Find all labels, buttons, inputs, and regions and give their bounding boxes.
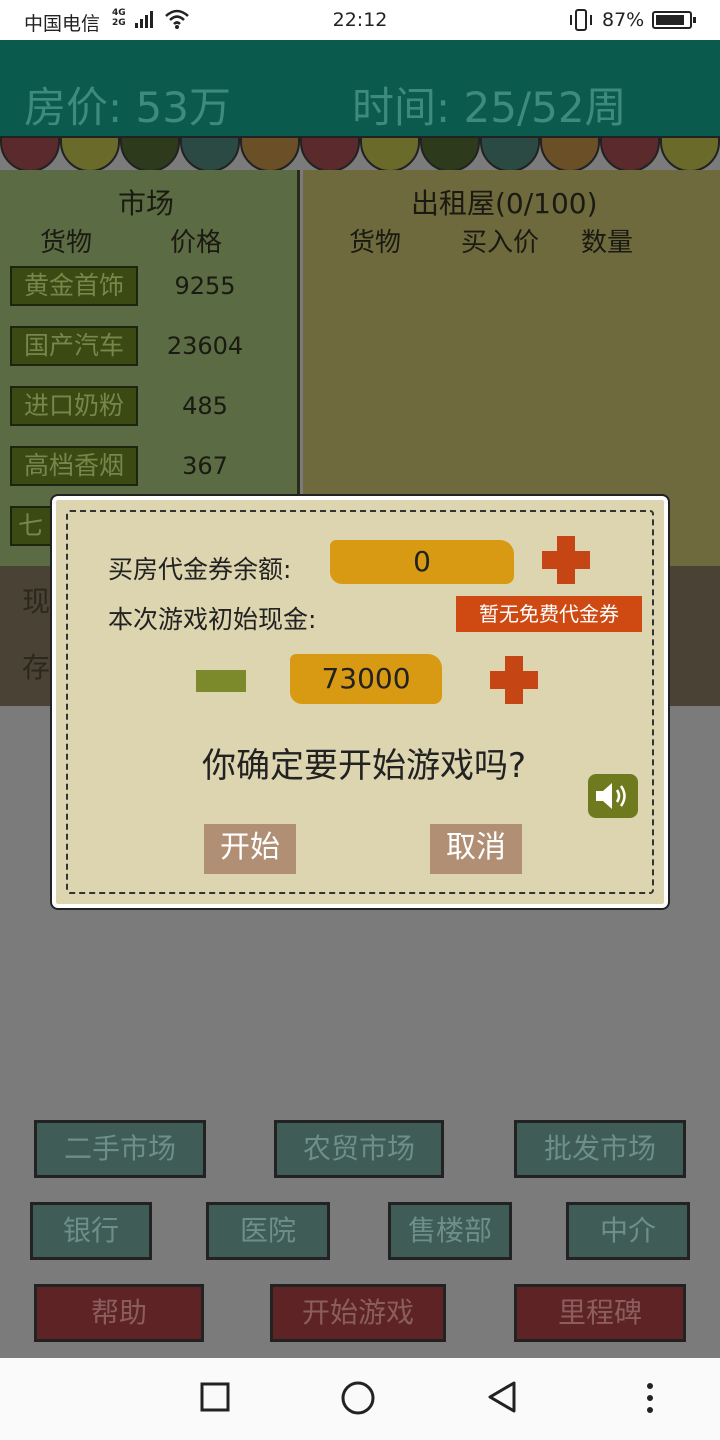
start-game-dialog: 买房代金券余额: 0 本次游戏初始现金: 暂无免费代金券 73000 你确定要开… — [52, 496, 668, 908]
sales-office-button[interactable]: 售楼部 — [388, 1202, 512, 1260]
circle-icon[interactable] — [340, 1380, 376, 1416]
battery-fill — [656, 15, 684, 25]
no-voucher-tag: 暂无免费代金券 — [456, 596, 642, 632]
agency-button[interactable]: 中介 — [566, 1202, 690, 1260]
voucher-plus-button[interactable] — [542, 536, 590, 584]
hospital-button[interactable]: 医院 — [206, 1202, 330, 1260]
goods-price: 367 — [182, 452, 228, 480]
battery-icon — [652, 11, 696, 29]
initial-cash-label: 本次游戏初始现金: — [108, 605, 317, 634]
goods-price: 23604 — [166, 332, 244, 360]
wholesale-market-button[interactable]: 批发市场 — [514, 1120, 686, 1178]
goods-button-gold[interactable]: 黄金首饰 — [10, 266, 138, 306]
help-button[interactable]: 帮助 — [34, 1284, 204, 1342]
goods-price: 485 — [182, 392, 228, 420]
bank-button[interactable]: 银行 — [30, 1202, 152, 1260]
dots-icon[interactable] — [644, 1382, 656, 1414]
system-nav-bar — [0, 1358, 720, 1440]
confirm-question: 你确定要开始游戏吗? — [201, 746, 527, 786]
cash-minus-button[interactable] — [196, 670, 246, 692]
rental-col-goods: 货物 — [349, 228, 402, 258]
triangle-back-icon[interactable] — [486, 1380, 518, 1414]
square-icon[interactable] — [200, 1382, 230, 1412]
voucher-balance-label: 买房代金券余额: — [108, 555, 292, 584]
second-hand-market-button[interactable]: 二手市场 — [34, 1120, 206, 1178]
speaker-icon — [596, 783, 626, 809]
awning-decoration — [0, 136, 720, 172]
goods-price: 9255 — [174, 272, 236, 300]
rental-col-buy-price: 买入价 — [461, 228, 540, 258]
cash-label: 现 — [22, 585, 51, 618]
sound-toggle-button[interactable] — [588, 774, 638, 818]
deposit-label: 存 — [22, 651, 51, 684]
market-title: 市场 — [118, 187, 175, 220]
market-col-price: 价格 — [170, 228, 223, 258]
cash-plus-button[interactable] — [490, 656, 538, 704]
header-bar: 房价: 53万 时间: 25/52周 — [0, 40, 720, 140]
dialog-start-button[interactable]: 开始 — [204, 824, 296, 874]
initial-cash-value: 73000 — [290, 654, 442, 704]
voucher-balance-value: 0 — [330, 540, 514, 584]
rental-title: 出租屋(0/100) — [411, 187, 598, 220]
goods-button-cigarette[interactable]: 高档香烟 — [10, 446, 138, 486]
vibrate-icon — [570, 9, 592, 31]
market-col-goods: 货物 — [40, 228, 93, 258]
house-price: 房价: 53万 — [24, 83, 231, 132]
status-bar: 中国电信 4G 2G 22:12 87% — [0, 0, 720, 40]
rental-col-qty: 数量 — [581, 228, 634, 258]
dialog-cancel-button[interactable]: 取消 — [430, 824, 522, 874]
battery-percent: 87% — [602, 9, 645, 31]
week-counter: 时间: 25/52周 — [352, 83, 627, 132]
goods-button-car[interactable]: 国产汽车 — [10, 326, 138, 366]
start-game-button[interactable]: 开始游戏 — [270, 1284, 446, 1342]
farm-market-button[interactable]: 农贸市场 — [274, 1120, 444, 1178]
goods-button-milk[interactable]: 进口奶粉 — [10, 386, 138, 426]
milestone-button[interactable]: 里程碑 — [514, 1284, 686, 1342]
